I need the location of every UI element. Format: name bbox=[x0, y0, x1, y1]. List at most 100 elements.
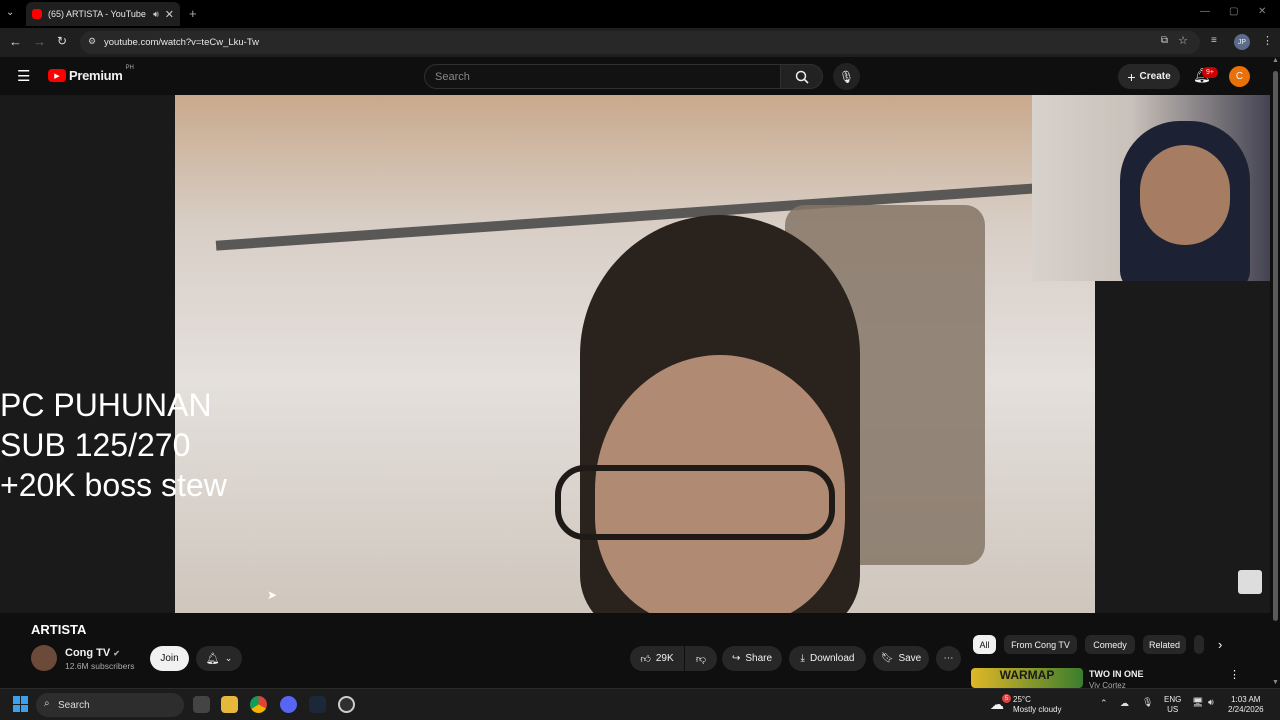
site-info-icon[interactable]: ⚙ bbox=[88, 36, 96, 47]
thumbs-down-icon: 👎︎ bbox=[695, 653, 707, 665]
profile-avatar[interactable]: JP bbox=[1234, 34, 1250, 50]
suggestion-channel: Viy Cortez bbox=[1089, 681, 1126, 688]
weather-widget[interactable]: 25°C Mostly cloudy bbox=[1013, 695, 1061, 715]
search-icon: ⌕ bbox=[44, 698, 50, 709]
steam-icon[interactable] bbox=[309, 696, 326, 713]
youtube-header: ☰ ▶ Premium PH Search 🎙︎ + Create 🔔︎ 9+ … bbox=[0, 57, 1270, 95]
scroll-down-icon[interactable]: ▼ bbox=[1272, 679, 1279, 686]
media-control-icon[interactable]: ≡ bbox=[1211, 35, 1217, 46]
file-explorer-icon[interactable] bbox=[221, 696, 238, 713]
video-frame[interactable] bbox=[175, 95, 1095, 613]
task-view-icon[interactable] bbox=[193, 696, 210, 713]
bookmark-star-icon[interactable]: ☆ bbox=[1178, 34, 1188, 47]
suggestion-title[interactable]: TWO IN ONE bbox=[1089, 669, 1144, 679]
microphone-tray-icon[interactable]: 🎙︎ bbox=[1142, 697, 1153, 708]
back-icon[interactable]: ← bbox=[9, 34, 22, 49]
speaker-icon[interactable]: 🔊︎ bbox=[153, 9, 159, 20]
share-label: Share bbox=[745, 653, 773, 664]
save-button[interactable]: 🔖︎ Save bbox=[873, 646, 929, 671]
channel-name-label: Cong TV bbox=[65, 647, 111, 659]
search-icon bbox=[795, 70, 809, 84]
browser-toolbar: ← → ↻ ⚙ youtube.com/watch?v=teCw_Lku-Tw … bbox=[0, 28, 1280, 57]
address-bar[interactable]: ⚙ youtube.com/watch?v=teCw_Lku-Tw ⧉ ☆ bbox=[80, 31, 1200, 54]
reload-icon[interactable]: ↻ bbox=[57, 34, 67, 48]
close-window-icon[interactable]: ✕ bbox=[1258, 6, 1266, 17]
clock-date: 2/24/2026 bbox=[1228, 705, 1264, 714]
voice-search-button[interactable]: 🎙︎ bbox=[833, 63, 860, 90]
chevron-right-icon[interactable]: › bbox=[1218, 637, 1222, 652]
network-icon[interactable]: 🖥︎ bbox=[1192, 697, 1203, 708]
install-app-icon[interactable]: ⧉ bbox=[1161, 35, 1168, 46]
dislike-button[interactable]: 👎︎ bbox=[685, 646, 717, 671]
chip-next-partial[interactable] bbox=[1194, 635, 1204, 654]
video-title: ARTISTA bbox=[31, 622, 87, 637]
tray-overflow-icon[interactable]: ⌃ bbox=[1100, 698, 1108, 709]
thumbs-up-icon: 👍︎ bbox=[640, 653, 651, 665]
create-button[interactable]: + Create bbox=[1118, 64, 1180, 89]
channel-avatar[interactable] bbox=[31, 645, 57, 671]
plus-icon: + bbox=[1127, 68, 1136, 85]
windows-taskbar: ⌕ Search ☁ 5 25°C Mostly cloudy ⌃ ☁ 🎙︎ E… bbox=[0, 688, 1280, 720]
weather-temp: 25°C bbox=[1013, 695, 1031, 704]
like-button[interactable]: 👍︎ 29K bbox=[630, 646, 684, 671]
minimize-icon[interactable]: — bbox=[1200, 6, 1210, 17]
join-button[interactable]: Join bbox=[150, 646, 189, 671]
chip-comedy[interactable]: Comedy bbox=[1085, 635, 1135, 654]
browser-tab-bar: ⌄ (65) ARTISTA - YouTube 🔊︎ ✕ + — ▢ ✕ bbox=[0, 0, 1280, 28]
stream-overlay-text: PC PUHUNAN SUB 125/270 +20K boss stew bbox=[0, 387, 227, 503]
more-horizontal-icon: ⋯ bbox=[943, 653, 954, 664]
download-icon: ⤓ bbox=[800, 653, 805, 664]
save-label: Save bbox=[898, 653, 922, 664]
browser-tab[interactable]: (65) ARTISTA - YouTube 🔊︎ ✕ bbox=[26, 2, 180, 26]
more-actions-button[interactable]: ⋯ bbox=[936, 646, 961, 671]
channel-name[interactable]: Cong TV ✔ bbox=[65, 647, 120, 659]
clock-time: 1:03 AM bbox=[1231, 695, 1261, 704]
suggestion-thumbnail[interactable]: WARMAP bbox=[971, 668, 1083, 688]
browser-menu-icon[interactable]: ⋮ bbox=[1262, 34, 1273, 47]
tab-list-icon[interactable]: ⌄ bbox=[6, 7, 14, 18]
volume-icon[interactable]: 🔊︎ bbox=[1208, 697, 1214, 708]
hamburger-menu-icon[interactable]: ☰ bbox=[17, 67, 30, 85]
obs-icon[interactable] bbox=[338, 696, 355, 713]
maximize-icon[interactable]: ▢ bbox=[1229, 6, 1238, 17]
subscriber-count: 12.6M subscribers bbox=[65, 661, 135, 671]
input-language[interactable]: ENG US bbox=[1164, 695, 1181, 715]
create-label: Create bbox=[1139, 71, 1171, 82]
taskbar-search[interactable]: ⌕ Search bbox=[36, 693, 184, 717]
subscribed-notifications-button[interactable]: 🔔︎ ⌄ bbox=[196, 646, 242, 671]
scrollbar-thumb[interactable] bbox=[1273, 71, 1278, 621]
notification-count-badge: 9+ bbox=[1202, 67, 1218, 78]
share-button[interactable]: ↪ Share bbox=[722, 646, 782, 671]
forward-icon[interactable]: → bbox=[33, 34, 46, 49]
discord-icon[interactable] bbox=[280, 696, 297, 713]
url-text: youtube.com/watch?v=teCw_Lku-Tw bbox=[104, 37, 259, 48]
system-clock[interactable]: 1:03 AM 2/24/2026 bbox=[1228, 695, 1264, 715]
bookmark-icon: 🔖︎ bbox=[880, 653, 894, 664]
account-avatar[interactable]: C bbox=[1229, 66, 1250, 87]
chip-all[interactable]: All bbox=[973, 635, 996, 654]
microphone-icon: 🎙︎ bbox=[838, 69, 855, 84]
chip-related[interactable]: Related bbox=[1143, 635, 1186, 654]
download-button[interactable]: ⤓ Download bbox=[789, 646, 866, 671]
search-input[interactable]: Search bbox=[424, 64, 781, 89]
facecam-face bbox=[1140, 145, 1230, 245]
onedrive-icon[interactable]: ☁ bbox=[1120, 698, 1129, 709]
chrome-icon[interactable] bbox=[250, 696, 267, 713]
youtube-logo[interactable]: ▶ Premium PH bbox=[48, 65, 134, 83]
bell-icon: 🔔︎ bbox=[205, 653, 220, 665]
chevron-down-icon: ⌄ bbox=[224, 653, 233, 663]
chip-from-channel[interactable]: From Cong TV bbox=[1004, 635, 1077, 654]
region-code: US bbox=[1167, 705, 1179, 714]
new-tab-icon[interactable]: + bbox=[189, 6, 197, 21]
language-code: ENG bbox=[1164, 695, 1182, 704]
windows-start-icon[interactable] bbox=[13, 696, 29, 712]
video-scene-glasses bbox=[555, 465, 835, 540]
region-label: PH bbox=[125, 65, 134, 71]
suggestion-menu-icon[interactable]: ⋮ bbox=[1229, 668, 1240, 681]
page-scrollbar[interactable]: ▲ ▼ bbox=[1270, 57, 1280, 688]
close-tab-icon[interactable]: ✕ bbox=[165, 8, 174, 21]
channel-watermark[interactable] bbox=[1238, 570, 1262, 594]
search-button[interactable] bbox=[781, 64, 823, 89]
weather-alert-badge: 5 bbox=[1002, 694, 1011, 703]
scroll-up-icon[interactable]: ▲ bbox=[1272, 57, 1279, 64]
